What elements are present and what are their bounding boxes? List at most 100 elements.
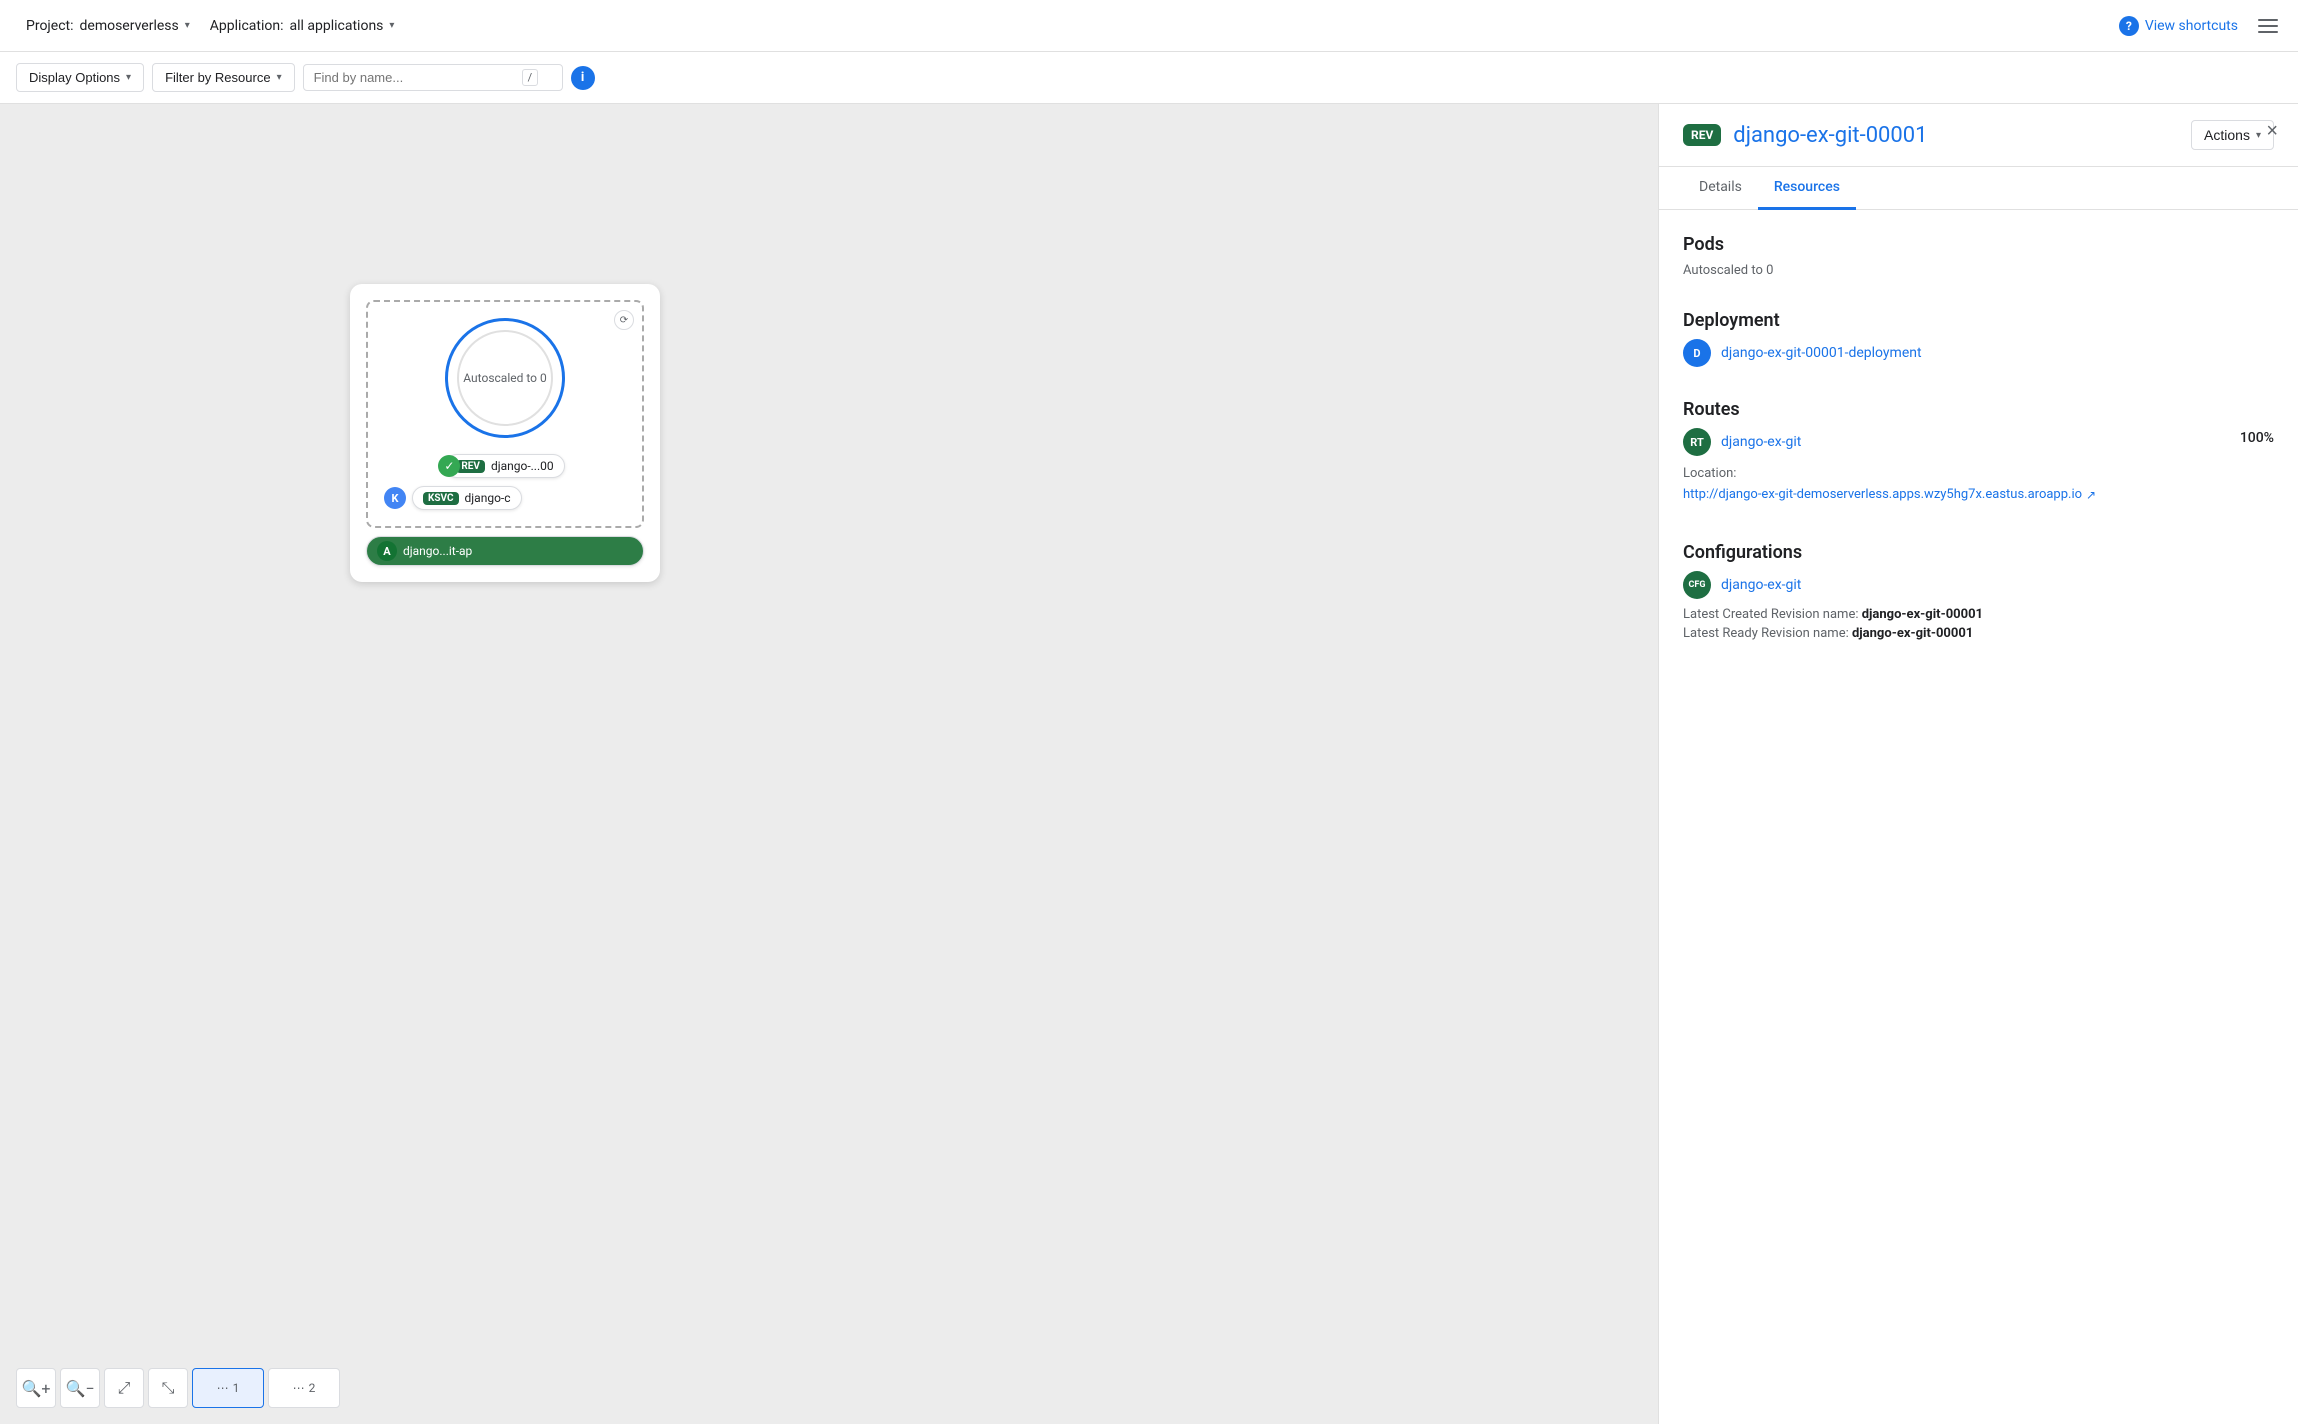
zoom-in-button[interactable]: 🔍+ xyxy=(16,1368,56,1408)
expand-icon: ⤡ xyxy=(162,1378,175,1398)
deployment-link-label: django-ex-git-00001-deployment xyxy=(1721,345,1922,361)
node-filter-2-button[interactable]: ⋯ 2 xyxy=(268,1368,340,1408)
project-dropdown[interactable]: Project: demoserverless ▾ xyxy=(16,12,200,40)
deployment-badge-letter: D xyxy=(1693,347,1700,360)
refresh-icon: ⟳ xyxy=(614,310,634,330)
panel-title-row: REV django-ex-git-00001 xyxy=(1683,123,1928,148)
route-badge: RT xyxy=(1683,428,1711,456)
route-resource-item: RT django-ex-git Location: http://django… xyxy=(1683,428,2096,502)
collapse-button[interactable]: ⤢ xyxy=(104,1368,144,1408)
close-button[interactable]: × xyxy=(2262,116,2282,147)
external-link-icon: ↗ xyxy=(2086,488,2096,502)
cfg-link-label: django-ex-git xyxy=(1721,577,1801,593)
panel-title: django-ex-git-00001 xyxy=(1733,123,1927,148)
latest-ready-revision: Latest Ready Revision name: django-ex-gi… xyxy=(1683,626,2274,641)
deployment-section: Deployment D django-ex-git-00001-deploym… xyxy=(1683,310,2274,367)
info-icon-label: i xyxy=(581,70,584,85)
top-nav: Project: demoserverless ▾ Application: a… xyxy=(0,0,2298,52)
project-name: demoserverless xyxy=(80,18,179,34)
tab-details[interactable]: Details xyxy=(1683,167,1758,210)
node-filter-1-label: 1 xyxy=(233,1381,240,1395)
ksvc-node-row: K KSVC django-c xyxy=(384,486,626,510)
ksvc-node-chip[interactable]: KSVC django-c xyxy=(412,486,522,510)
collapse-icon: ⤢ xyxy=(118,1378,131,1398)
check-badge-icon: ✓ xyxy=(438,455,460,477)
canvas-area[interactable]: Autoscaled to 0 ⟳ ✓ REV django-...00 K K… xyxy=(0,104,1658,1424)
ksvc-badge: KSVC xyxy=(423,492,459,505)
panel-rev-badge: REV xyxy=(1683,124,1721,146)
route-link[interactable]: django-ex-git xyxy=(1721,434,1801,450)
pods-subtitle: Autoscaled to 0 xyxy=(1683,263,2274,278)
filter-by-resource-label: Filter by Resource xyxy=(165,70,270,85)
node-filter-1-icon: ⋯ xyxy=(217,1381,229,1395)
search-slash-icon: / xyxy=(522,69,539,86)
panel-header: REV django-ex-git-00001 Actions ▾ xyxy=(1659,104,2298,167)
display-options-label: Display Options xyxy=(29,70,120,85)
node-filter-2-icon: ⋯ xyxy=(293,1381,305,1395)
project-label: Project: xyxy=(26,18,74,34)
configurations-section: Configurations CFG django-ex-git Latest … xyxy=(1683,542,2274,641)
deployment-badge: D xyxy=(1683,339,1711,367)
display-options-button[interactable]: Display Options ▾ xyxy=(16,63,144,92)
k-badge-icon: K xyxy=(384,487,406,509)
route-url-link[interactable]: http://django-ex-git-demoserverless.apps… xyxy=(1683,487,2096,502)
autoscaled-label: Autoscaled to 0 xyxy=(463,371,546,385)
route-item: RT django-ex-git Location: http://django… xyxy=(1683,428,2274,510)
routes-section: Routes RT django-ex-git Location: xyxy=(1683,399,2274,510)
filter-by-resource-button[interactable]: Filter by Resource ▾ xyxy=(152,63,295,92)
project-chevron-icon: ▾ xyxy=(185,20,190,31)
side-panel: × REV django-ex-git-00001 Actions ▾ Deta… xyxy=(1658,104,2298,1424)
zoom-out-icon: 🔍− xyxy=(65,1379,94,1398)
latest-created-revision: Latest Created Revision name: django-ex-… xyxy=(1683,607,2274,622)
app-node-chip[interactable]: A django...it-ap xyxy=(366,536,644,566)
deployment-title: Deployment xyxy=(1683,310,2274,331)
rev-badge: REV xyxy=(456,460,485,473)
latest-created-value: django-ex-git-00001 xyxy=(1862,607,1983,622)
application-name: all applications xyxy=(289,18,383,34)
dashed-box: Autoscaled to 0 ⟳ ✓ REV django-...00 K K… xyxy=(366,300,644,528)
toolbar: Display Options ▾ Filter by Resource ▾ /… xyxy=(0,52,2298,104)
search-box: / xyxy=(303,64,563,91)
pods-title: Pods xyxy=(1683,234,2274,255)
latest-ready-value: django-ex-git-00001 xyxy=(1852,626,1973,641)
zoom-out-button[interactable]: 🔍− xyxy=(60,1368,100,1408)
route-url-text: http://django-ex-git-demoserverless.apps… xyxy=(1683,487,2082,502)
rev-node-chip[interactable]: ✓ REV django-...00 xyxy=(445,454,564,478)
actions-chevron-icon: ▾ xyxy=(2256,130,2261,141)
actions-label: Actions xyxy=(2204,127,2250,143)
main-container: Autoscaled to 0 ⟳ ✓ REV django-...00 K K… xyxy=(0,104,2298,1424)
graph-card: Autoscaled to 0 ⟳ ✓ REV django-...00 K K… xyxy=(350,284,660,582)
panel-tabs: Details Resources xyxy=(1659,167,2298,210)
node-filter-1-button[interactable]: ⋯ 1 xyxy=(192,1368,264,1408)
route-link-label: django-ex-git xyxy=(1721,434,1801,450)
cfg-badge: CFG xyxy=(1683,571,1711,599)
hamburger-menu-icon[interactable] xyxy=(2254,15,2282,37)
application-dropdown[interactable]: Application: all applications ▾ xyxy=(200,12,405,40)
route-name-row: RT django-ex-git xyxy=(1683,428,1801,456)
bottom-toolbar: 🔍+ 🔍− ⤢ ⤡ ⋯ 1 ⋯ 2 xyxy=(16,1368,340,1408)
search-input[interactable] xyxy=(314,70,514,85)
ksvc-node-label: django-c xyxy=(465,491,511,505)
deployment-link[interactable]: django-ex-git-00001-deployment xyxy=(1721,345,1922,361)
circle-inner: Autoscaled to 0 xyxy=(457,330,553,426)
zoom-in-icon: 🔍+ xyxy=(22,1379,51,1398)
info-icon[interactable]: i xyxy=(571,66,595,90)
app-node-label: django...it-ap xyxy=(403,544,472,558)
question-icon: ? xyxy=(2119,16,2139,36)
tab-resources-label: Resources xyxy=(1774,179,1840,195)
rev-node-label: django-...00 xyxy=(491,459,554,473)
deployment-item: D django-ex-git-00001-deployment xyxy=(1683,339,2274,367)
route-location-label: Location: xyxy=(1683,466,1736,481)
configurations-title: Configurations xyxy=(1683,542,2274,563)
route-percent: 100% xyxy=(2240,430,2274,446)
view-shortcuts-link[interactable]: ? View shortcuts xyxy=(2119,16,2238,36)
view-shortcuts-label: View shortcuts xyxy=(2145,18,2238,34)
node-filter-2-label: 2 xyxy=(309,1381,316,1395)
cfg-link[interactable]: django-ex-git xyxy=(1721,577,1801,593)
app-badge-icon: A xyxy=(377,541,397,561)
latest-created-label: Latest Created Revision name: xyxy=(1683,607,1858,622)
panel-content: Pods Autoscaled to 0 Deployment D django… xyxy=(1659,210,2298,1424)
expand-button[interactable]: ⤡ xyxy=(148,1368,188,1408)
tab-resources[interactable]: Resources xyxy=(1758,167,1856,210)
application-chevron-icon: ▾ xyxy=(389,20,394,31)
